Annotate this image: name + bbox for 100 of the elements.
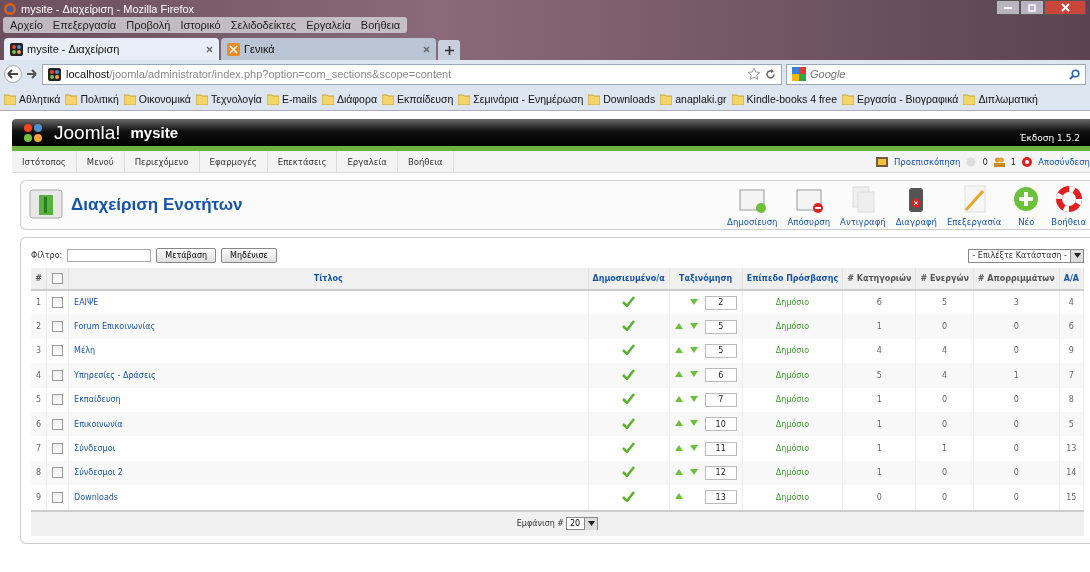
toolbar-button[interactable]: Νέο bbox=[1009, 183, 1044, 227]
up-arrow-icon[interactable] bbox=[674, 468, 683, 475]
admin-menu-item[interactable]: Ιστότοπος bbox=[12, 151, 77, 172]
preview-link[interactable]: Προεπισκόπηση bbox=[893, 156, 961, 167]
check-icon[interactable] bbox=[622, 442, 636, 454]
down-arrow-icon[interactable] bbox=[689, 395, 698, 402]
check-icon[interactable] bbox=[622, 368, 636, 380]
down-arrow-icon[interactable] bbox=[689, 346, 698, 353]
reload-icon[interactable] bbox=[765, 68, 776, 80]
up-arrow-icon[interactable] bbox=[674, 444, 683, 451]
row-checkbox[interactable] bbox=[52, 321, 64, 333]
bookmark-folder[interactable]: Kindle-books 4 free bbox=[731, 93, 838, 105]
order-field[interactable]: 5 bbox=[704, 343, 737, 358]
admin-menu-item[interactable]: Περιεχόμενο bbox=[124, 151, 200, 172]
new-tab-button[interactable] bbox=[438, 40, 460, 60]
admin-menu-item[interactable]: Βοήθεια bbox=[397, 151, 454, 172]
bookmark-folder[interactable]: Οικονομικά bbox=[123, 93, 191, 105]
toolbar-button[interactable]: Βοήθεια bbox=[1049, 183, 1088, 227]
menu-item[interactable]: Εργαλεία bbox=[303, 18, 354, 32]
browser-tab[interactable]: mysite - Διαχείριση bbox=[4, 38, 219, 60]
section-title-link[interactable]: ΕΑΙΨΕ bbox=[74, 298, 99, 308]
search-field[interactable]: Google bbox=[786, 63, 1086, 85]
section-title-link[interactable]: Downloads bbox=[74, 492, 119, 502]
bookmark-folder[interactable]: E-mails bbox=[266, 93, 317, 105]
reset-button[interactable]: Μηδένισε bbox=[221, 248, 277, 263]
down-arrow-icon[interactable] bbox=[689, 468, 698, 475]
down-arrow-icon[interactable] bbox=[689, 444, 698, 451]
minimize-button[interactable] bbox=[996, 0, 1020, 15]
down-arrow-icon[interactable] bbox=[689, 420, 698, 427]
menu-item[interactable]: Ιστορικό bbox=[177, 18, 224, 32]
bookmark-folder[interactable]: Διπλωματική bbox=[963, 93, 1038, 105]
row-checkbox[interactable] bbox=[52, 394, 64, 406]
column-header[interactable]: Επίπεδο Πρόσβασης bbox=[742, 268, 843, 290]
toolbar-button[interactable]: Αντιγραφή bbox=[838, 183, 888, 227]
section-title-link[interactable]: Επικοινωνία bbox=[74, 419, 123, 429]
column-header[interactable]: Δημοσιευμένο/α bbox=[588, 268, 670, 290]
filter-field[interactable] bbox=[67, 249, 152, 262]
close-button[interactable] bbox=[1044, 0, 1086, 15]
toolbar-button[interactable]: Διαγραφή bbox=[893, 183, 939, 227]
toolbar-button[interactable]: Δημοσίευση bbox=[725, 183, 780, 227]
check-icon[interactable] bbox=[622, 417, 636, 429]
column-header[interactable]: Ταξινόμηση bbox=[669, 268, 743, 290]
close-tab-icon[interactable] bbox=[206, 46, 213, 53]
bookmark-folder[interactable]: Τεχνολογία bbox=[195, 93, 262, 105]
row-checkbox[interactable] bbox=[52, 418, 64, 430]
down-arrow-icon[interactable] bbox=[689, 322, 698, 329]
admin-menu-item[interactable]: Επεκτάσεις bbox=[267, 151, 338, 172]
row-checkbox[interactable] bbox=[52, 491, 64, 503]
admin-menu-item[interactable]: Μενού bbox=[76, 151, 125, 172]
section-title-link[interactable]: Σύνδεσμοι bbox=[74, 444, 116, 454]
browser-tab[interactable]: Γενικά bbox=[221, 38, 436, 60]
menu-item[interactable]: Προβολή bbox=[123, 18, 174, 32]
maximize-button[interactable] bbox=[1020, 0, 1044, 15]
order-field[interactable]: 13 bbox=[704, 490, 737, 505]
section-title-link[interactable]: Σύνδεσμοι 2 bbox=[74, 468, 123, 478]
toolbar-button[interactable]: Απόσυρση bbox=[785, 183, 833, 227]
search-icon[interactable] bbox=[1069, 68, 1080, 80]
bookmark-folder[interactable]: Διάφορα bbox=[321, 93, 377, 105]
bookmark-folder[interactable]: Εργασία - Βιογραφικά bbox=[842, 93, 959, 105]
down-arrow-icon[interactable] bbox=[689, 371, 698, 378]
toolbar-button[interactable]: Επεξεργασία bbox=[945, 183, 1004, 227]
bookmark-folder[interactable]: Αθλητικά bbox=[4, 93, 61, 105]
star-icon[interactable] bbox=[748, 68, 760, 80]
menu-item[interactable]: Βοήθεια bbox=[357, 18, 404, 32]
order-field[interactable]: 5 bbox=[704, 319, 737, 334]
check-icon[interactable] bbox=[622, 320, 636, 332]
bookmark-folder[interactable]: anaplaki.gr bbox=[660, 93, 727, 105]
access-link[interactable]: Δημόσιο bbox=[742, 485, 843, 510]
up-arrow-icon[interactable] bbox=[674, 420, 683, 427]
row-checkbox[interactable] bbox=[52, 467, 64, 479]
row-checkbox[interactable] bbox=[52, 297, 64, 309]
menu-item[interactable]: Σελιδοδείκτες bbox=[227, 18, 300, 32]
order-field[interactable]: 6 bbox=[704, 368, 737, 383]
check-icon[interactable] bbox=[622, 296, 636, 308]
forward-icon[interactable] bbox=[26, 68, 38, 80]
section-title-link[interactable]: Εκπαίδευση bbox=[74, 395, 121, 405]
order-field[interactable]: 7 bbox=[704, 392, 737, 407]
up-arrow-icon[interactable] bbox=[674, 371, 683, 378]
column-header[interactable]: Α/Α bbox=[1059, 268, 1084, 290]
order-field[interactable]: 12 bbox=[704, 465, 737, 480]
admin-menu-item[interactable]: Εργαλεία bbox=[337, 151, 398, 172]
check-icon[interactable] bbox=[622, 490, 636, 502]
up-arrow-icon[interactable] bbox=[674, 322, 683, 329]
access-link[interactable]: Δημόσιο bbox=[742, 363, 843, 388]
order-field[interactable]: 2 bbox=[704, 295, 737, 310]
check-icon[interactable] bbox=[622, 344, 636, 356]
access-link[interactable]: Δημόσιο bbox=[742, 314, 843, 339]
up-arrow-icon[interactable] bbox=[674, 395, 683, 402]
menu-item[interactable]: Επεξεργασία bbox=[49, 18, 120, 32]
section-title-link[interactable]: Μέλη bbox=[74, 346, 96, 356]
bookmark-folder[interactable]: Downloads bbox=[588, 93, 656, 105]
up-arrow-icon[interactable] bbox=[674, 346, 683, 353]
order-field[interactable]: 11 bbox=[704, 441, 737, 456]
check-icon[interactable] bbox=[622, 393, 636, 405]
row-checkbox[interactable] bbox=[52, 345, 64, 357]
admin-menu-item[interactable]: Εφαρμογές bbox=[199, 151, 268, 172]
row-checkbox[interactable] bbox=[52, 369, 64, 381]
down-arrow-icon[interactable] bbox=[689, 298, 698, 305]
check-icon[interactable] bbox=[622, 466, 636, 478]
limit-dropdown[interactable]: 20 bbox=[566, 517, 599, 530]
